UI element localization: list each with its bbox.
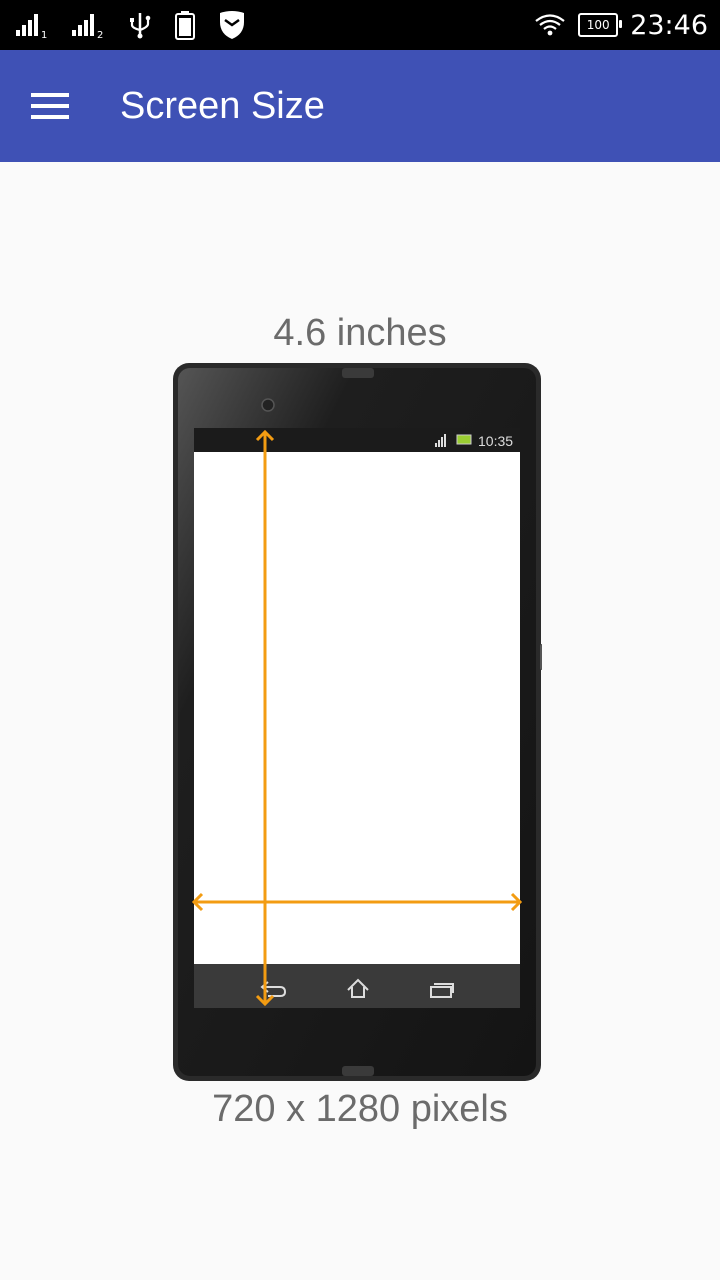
sim2-label: 2 — [97, 30, 103, 38]
screen-resolution-label: 720 x 1280 pixels — [212, 1088, 508, 1130]
menu-button[interactable] — [22, 78, 78, 134]
status-bar: 1 2 100 23:46 — [0, 0, 720, 50]
app-bar: Screen Size — [0, 50, 720, 162]
wifi-icon — [535, 14, 565, 36]
notification-icons: 1 2 — [16, 8, 246, 42]
signal-sim1-icon: 1 — [16, 14, 47, 38]
phone-nav-bar — [194, 964, 520, 1008]
usb-icon — [130, 13, 151, 39]
battery-notification-icon — [175, 11, 195, 40]
page-title: Screen Size — [120, 85, 325, 127]
phone-illustration: 10:35 — [173, 363, 542, 1081]
hamburger-menu-icon — [31, 93, 69, 119]
mini-clock: 10:35 — [478, 433, 513, 449]
signal-sim2-icon: 2 — [72, 14, 103, 38]
clock: 23:46 — [630, 9, 708, 41]
shield-icon — [220, 11, 244, 39]
battery-level: 100 — [586, 18, 610, 32]
battery-icon: 100 — [578, 13, 623, 37]
sim1-label: 1 — [41, 30, 47, 38]
mini-battery-icon — [456, 434, 472, 445]
phone-screen — [194, 452, 520, 964]
front-camera — [261, 398, 275, 412]
screen-diagonal-label: 4.6 inches — [273, 312, 447, 354]
system-icons: 100 23:46 — [534, 0, 708, 50]
